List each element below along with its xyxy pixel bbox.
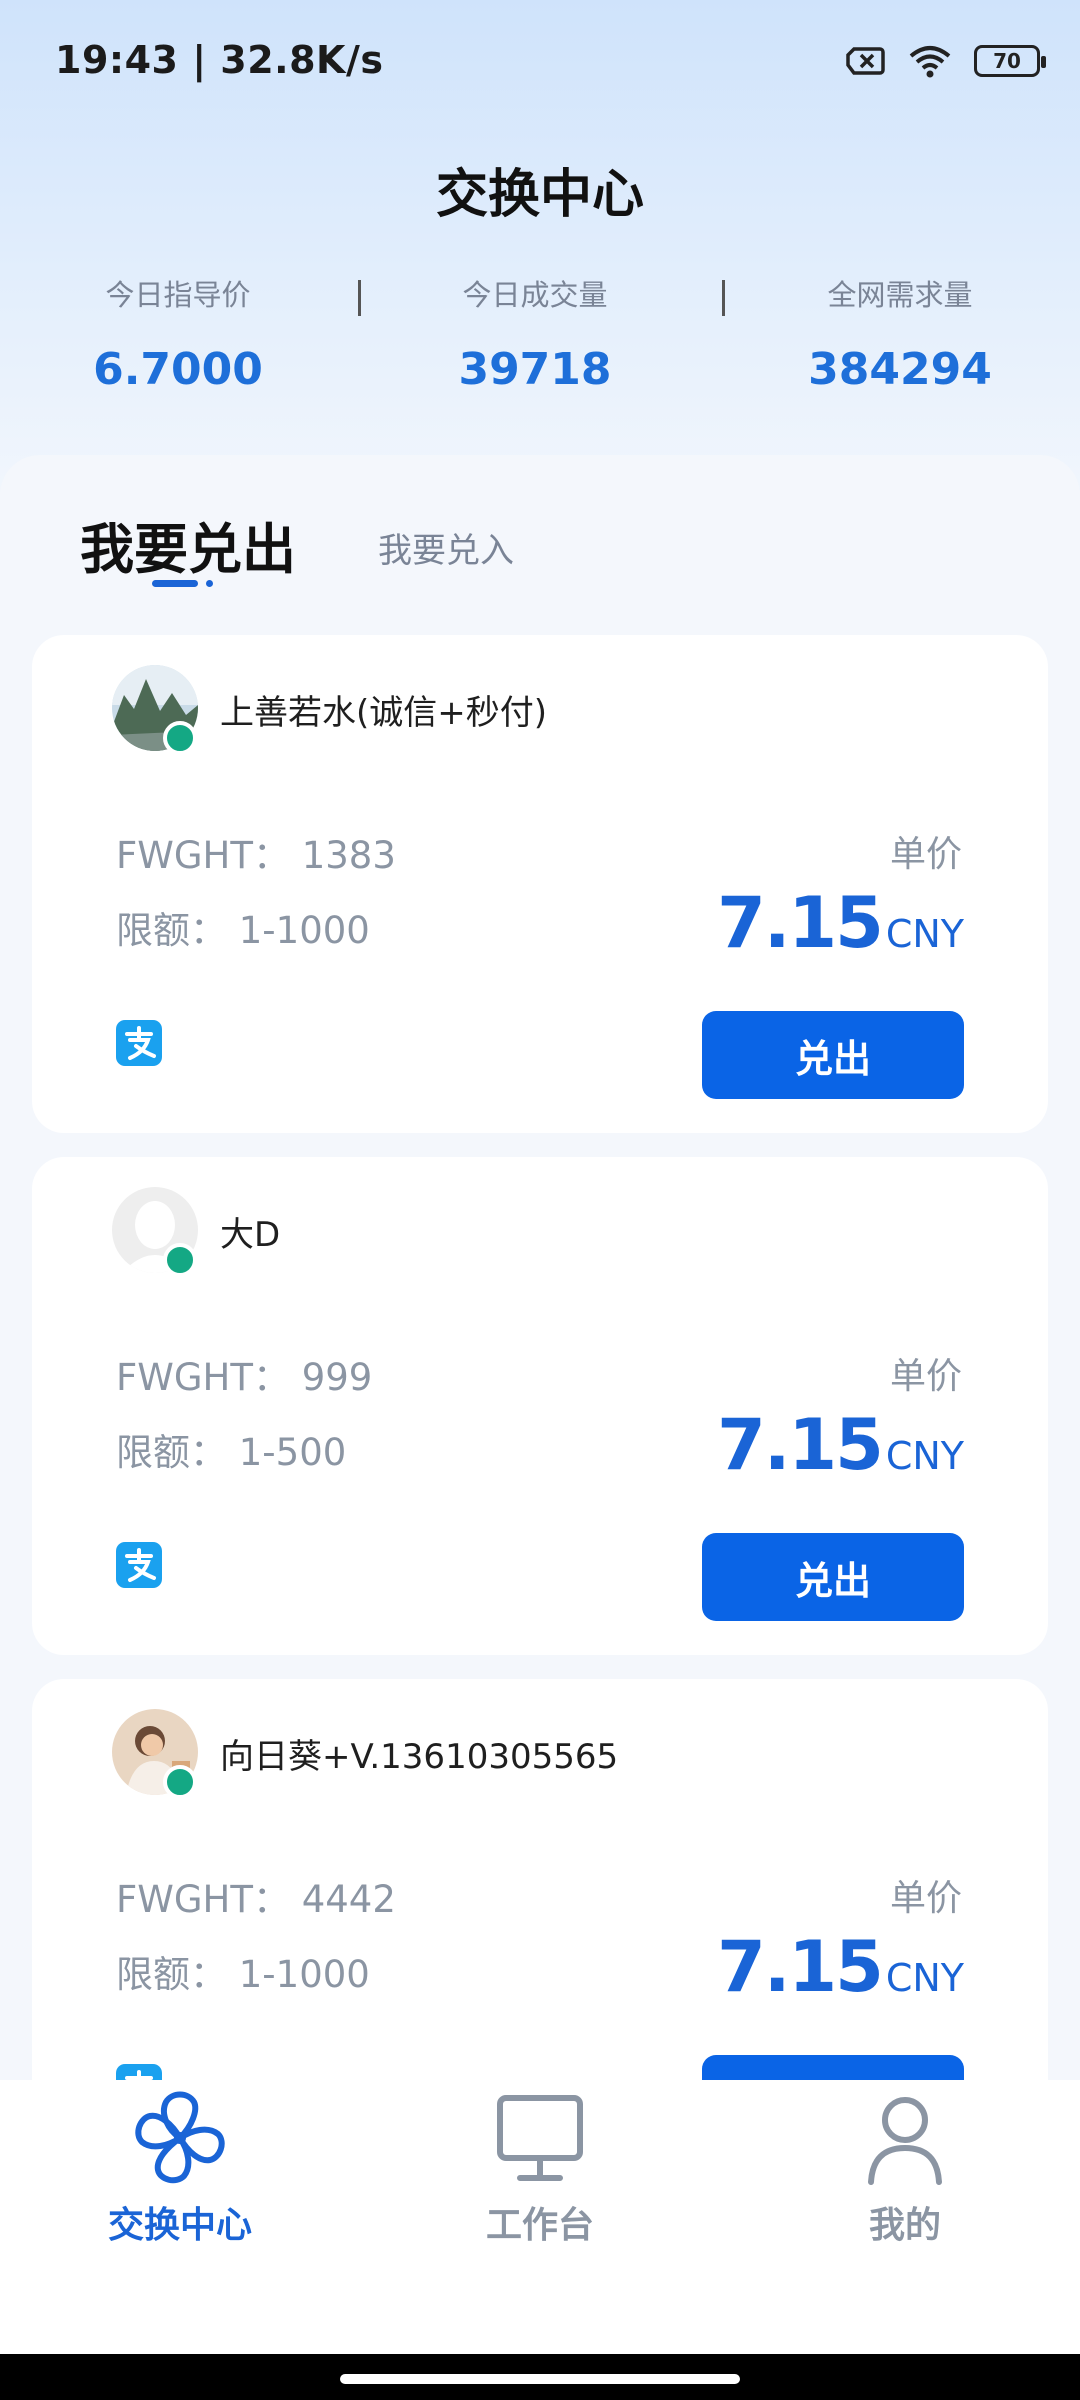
unit-price-label: 单价 <box>889 834 962 875</box>
price-currency: CNY <box>885 912 964 956</box>
price-value: 7.15 <box>717 882 884 964</box>
tab-buy[interactable]: 我要兑入 <box>378 523 514 572</box>
nav-item-mine[interactable]: 我的 <box>755 2090 1055 2248</box>
price-currency: CNY <box>885 1956 964 2000</box>
main-panel: 我要兑出 我要兑入 上善若水(诚信+秒付) FWGHT： 1383 限额： 1-… <box>0 455 1080 2080</box>
alipay-icon <box>116 1020 162 1066</box>
nav-item-exchange[interactable]: 交换中心 <box>30 2090 330 2248</box>
stats-bar: 今日指导价 6.7000 今日成交量 39718 全网需求量 384294 <box>0 272 1080 412</box>
listing-card: 大D FWGHT： 999 限额： 1-500 单价 7.15 CNY 兑出 <box>32 1157 1048 1655</box>
status-icons: 70 <box>846 44 1046 78</box>
seller-name: 向日葵+V.13610305565 <box>220 1737 619 1777</box>
nav-label: 交换中心 <box>107 2205 252 2246</box>
tab-active-indicator <box>152 580 198 587</box>
unit-price-label: 单价 <box>889 1878 962 1919</box>
price: 7.15 CNY <box>717 1926 964 2008</box>
tab-indicator-dot <box>206 580 213 587</box>
stat-divider <box>722 280 725 316</box>
pinwheel-icon <box>135 2091 225 2184</box>
stat-label: 今日成交量 <box>462 278 608 312</box>
alipay-icon <box>116 2064 162 2080</box>
nav-label: 工作台 <box>485 2205 594 2246</box>
stat-label: 全网需求量 <box>827 278 973 312</box>
price: 7.15 CNY <box>717 882 964 964</box>
sell-button[interactable]: 兑出 <box>702 1533 964 1621</box>
stat-value: 39718 <box>458 344 612 395</box>
online-status-dot <box>163 1243 197 1277</box>
alipay-icon <box>116 1542 162 1588</box>
home-indicator[interactable] <box>340 2374 740 2384</box>
status-bar: 19:43 | 32.8K/s 70 <box>0 0 1080 120</box>
fwght-amount: FWGHT： 4442 <box>116 1878 396 1921</box>
stat-volume: 今日成交量 39718 <box>385 272 685 395</box>
limit-range: 限额： 1-500 <box>116 1431 347 1474</box>
seller-name: 上善若水(诚信+秒付) <box>220 693 548 733</box>
fwght-amount: FWGHT： 1383 <box>116 834 396 877</box>
bottom-nav: 交换中心 工作台 我的 <box>0 2080 1080 2400</box>
online-status-dot <box>163 1765 197 1799</box>
fwght-amount: FWGHT： 999 <box>116 1356 373 1399</box>
exchange-center-page: 19:43 | 32.8K/s 70 交换中心 今日指导价 6.7000 今日成… <box>0 0 1080 2400</box>
person-icon <box>868 2097 942 2185</box>
online-status-dot <box>163 721 197 755</box>
listing-list: 上善若水(诚信+秒付) FWGHT： 1383 限额： 1-1000 单价 7.… <box>32 635 1048 2080</box>
unit-price-label: 单价 <box>889 1356 962 1397</box>
nav-item-workbench[interactable]: 工作台 <box>390 2090 690 2248</box>
system-home-bar <box>0 2354 1080 2400</box>
tab-bar: 我要兑出 我要兑入 <box>0 455 1080 635</box>
stat-label: 今日指导价 <box>105 278 251 312</box>
stat-value: 384294 <box>808 344 992 395</box>
monitor-icon <box>497 2095 583 2181</box>
stat-value: 6.7000 <box>93 344 263 395</box>
price: 7.15 CNY <box>717 1404 964 1486</box>
limit-range: 限额： 1-1000 <box>116 909 370 952</box>
listing-card: 向日葵+V.13610305565 FWGHT： 4442 限额： 1-1000… <box>32 1679 1048 2080</box>
listing-card: 上善若水(诚信+秒付) FWGHT： 1383 限额： 1-1000 单价 7.… <box>32 635 1048 1133</box>
sim-card-icon <box>846 47 885 75</box>
tab-sell[interactable]: 我要兑出 <box>80 505 296 584</box>
stat-guide-price: 今日指导价 6.7000 <box>28 272 328 395</box>
sell-button[interactable]: 兑出 <box>702 2055 964 2080</box>
wifi-icon <box>909 46 951 78</box>
price-value: 7.15 <box>717 1404 884 1486</box>
status-time-speed: 19:43 | 32.8K/s <box>55 38 384 82</box>
stat-divider <box>358 280 361 316</box>
sell-button[interactable]: 兑出 <box>702 1011 964 1099</box>
nav-label: 我的 <box>868 2205 941 2246</box>
stat-demand: 全网需求量 384294 <box>750 272 1050 395</box>
price-value: 7.15 <box>717 1926 884 2008</box>
limit-range: 限额： 1-1000 <box>116 1953 370 1996</box>
page-title: 交换中心 <box>435 165 644 225</box>
seller-name: 大D <box>220 1215 281 1255</box>
price-currency: CNY <box>885 1434 964 1478</box>
battery-icon: 70 <box>974 45 1046 77</box>
battery-level: 70 <box>993 49 1021 73</box>
